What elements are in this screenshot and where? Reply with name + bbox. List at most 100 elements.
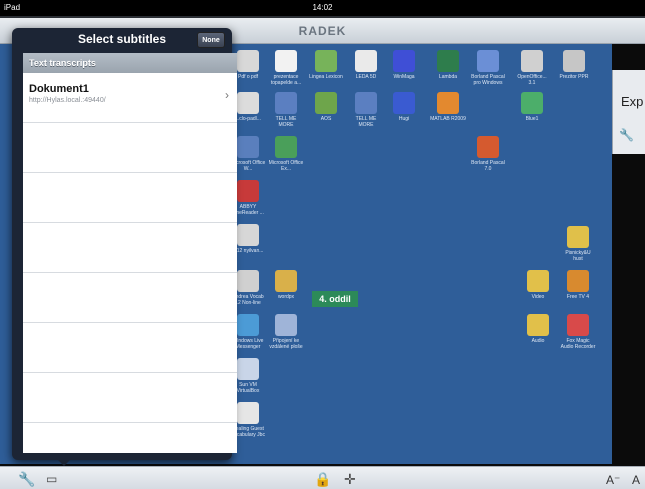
app-icon	[355, 92, 377, 114]
empty-row	[23, 123, 237, 173]
desktop-icon-label: Prezitor PPR	[559, 74, 589, 80]
lock-icon[interactable]: 🔒	[314, 471, 331, 488]
desktop-icon-label: AOS	[320, 116, 332, 122]
desktop-icon-label: Hugi	[398, 116, 410, 122]
desktop-icon-label: wordpx	[277, 294, 295, 300]
desktop-icon[interactable]: Microsoft Office Ex...	[268, 136, 304, 172]
app-icon	[521, 92, 543, 114]
desktop-icon[interactable]: Fox Magic Audio Recorder	[560, 314, 596, 350]
app-icon	[237, 224, 259, 246]
app-icon	[393, 92, 415, 114]
clock: 14:02	[312, 3, 333, 12]
empty-row	[23, 273, 237, 323]
desktop-icon[interactable]: Borland Pascal pro Windows	[470, 50, 506, 86]
app-icon	[237, 402, 259, 424]
desktop-icon[interactable]: TELL ME MORE	[268, 92, 304, 128]
desktop-icon-label: OpenOffice... 3.1	[517, 74, 547, 86]
desktop-icon-label: TELL ME MORE	[355, 116, 377, 128]
app-icon	[275, 270, 297, 292]
app-icon	[275, 136, 297, 158]
empty-row	[23, 223, 237, 273]
app-icon	[237, 136, 259, 158]
desktop-icon-label: Microsoft Office Ex...	[268, 160, 304, 172]
bottom-toolbar: 🔧 ▭ 🔒 ✛ A⁻ A	[0, 466, 645, 489]
chevron-right-icon: ›	[225, 88, 229, 102]
background-app-panel: Exp 🔧	[612, 70, 645, 154]
empty-row	[23, 173, 237, 223]
app-icon	[237, 50, 259, 72]
desktop-icon[interactable]: Připojení ke vzdálené ploše	[268, 314, 304, 350]
app-icon	[563, 50, 585, 72]
status-bar: iPad 14:02	[0, 0, 645, 16]
desktop-icon[interactable]: prezentace topapelde a...	[268, 50, 304, 86]
desktop-icon-label: TELL ME MORE	[275, 116, 297, 128]
item-name: Dokument1	[29, 83, 89, 95]
desktop-icon-label: Borland Pascal pro Windows	[471, 74, 505, 86]
app-icon	[527, 314, 549, 336]
desktop-icon-label: Free TV 4	[566, 294, 590, 300]
desktop-icon-label: Video	[531, 294, 545, 300]
desktop-icon[interactable]: TELL ME MORE	[348, 92, 384, 128]
app-icon	[275, 314, 297, 336]
desktop-icon-label: Připojení ke vzdálené ploše	[269, 338, 303, 350]
desktop-icon-label: WinMaga	[393, 74, 415, 80]
app-icon	[393, 50, 415, 72]
section-header-text-transcripts: Text transcripts	[23, 53, 237, 73]
desktop-icon[interactable]: Video	[520, 270, 556, 300]
font-increase-button[interactable]: A	[632, 473, 640, 487]
desktop-icon[interactable]: Audio	[520, 314, 556, 344]
app-icon	[237, 180, 259, 202]
desktop-icon[interactable]: Borland Pascal 7.0	[470, 136, 506, 172]
app-icon	[355, 50, 377, 72]
desktop-icon[interactable]: LEDA 5D	[348, 50, 384, 80]
desktop-icon[interactable]: Prezitor PPR	[556, 50, 592, 80]
desktop-icon[interactable]: Pisnicky&U hust	[560, 226, 596, 262]
desktop-icon[interactable]: Free TV 4	[560, 270, 596, 300]
desktop-icon[interactable]: WinMaga	[386, 50, 422, 80]
desktop-icon[interactable]: Lambda	[430, 50, 466, 80]
wrench-icon[interactable]: 🔧	[619, 128, 634, 142]
app-icon	[477, 136, 499, 158]
app-icon	[567, 226, 589, 248]
app-icon	[567, 270, 589, 292]
popover-arrow	[56, 458, 72, 466]
app-icon	[237, 314, 259, 336]
subtitles-icon[interactable]: ▭	[46, 472, 57, 486]
desktop-icon-label: Pisnicky&U hust	[565, 250, 591, 262]
list-item-dokument1[interactable]: Dokument1 http://Hylas.local.:49440/ ›	[23, 73, 237, 123]
background-app-label: Exp	[621, 94, 644, 109]
empty-row	[23, 423, 237, 453]
app-icon	[237, 92, 259, 114]
desktop-icon[interactable]: AOS	[308, 92, 344, 122]
desktop-icon-label: Lambda	[438, 74, 458, 80]
desktop-icon[interactable]: Lingea Lexicon	[308, 50, 344, 80]
popover-list: Text transcripts Dokument1 http://Hylas.…	[23, 53, 237, 453]
crosshair-icon[interactable]: ✛	[344, 471, 356, 488]
desktop-icon[interactable]: wordpx	[268, 270, 304, 300]
app-icon	[437, 50, 459, 72]
app-icon	[437, 92, 459, 114]
wrench-icon[interactable]: 🔧	[18, 471, 35, 488]
app-icon	[567, 314, 589, 336]
desktop-icon[interactable]: OpenOffice... 3.1	[514, 50, 550, 86]
desktop-icon[interactable]: Blue1	[514, 92, 550, 122]
desktop-icon-label: prezentace topapelde a...	[270, 74, 302, 86]
none-button[interactable]: None	[197, 32, 225, 48]
desktop-icon[interactable]: Hugi	[386, 92, 422, 122]
popover-header: Select subtitles None	[12, 28, 232, 52]
app-icon	[237, 358, 259, 380]
desktop-icon-label: LEDA 5D	[355, 74, 377, 80]
app-icon	[237, 270, 259, 292]
subtitles-popover: Select subtitles None Text transcripts D…	[12, 28, 237, 466]
font-decrease-button[interactable]: A⁻	[606, 473, 620, 487]
desktop-icon-label: Borland Pascal 7.0	[471, 160, 505, 172]
desktop-icon-label: Lingea Lexicon	[309, 74, 343, 80]
desktop-icon[interactable]: MATLAB R2009	[430, 92, 466, 122]
remote-title: RADEK	[298, 24, 347, 38]
empty-row	[23, 323, 237, 373]
app-icon	[275, 92, 297, 114]
desktop-icon-label: Blue1	[525, 116, 539, 122]
desktop-icon-label: Fox Magic Audio Recorder	[560, 338, 596, 350]
desktop-icon-label: MATLAB R2009	[430, 116, 466, 122]
app-icon	[275, 50, 297, 72]
